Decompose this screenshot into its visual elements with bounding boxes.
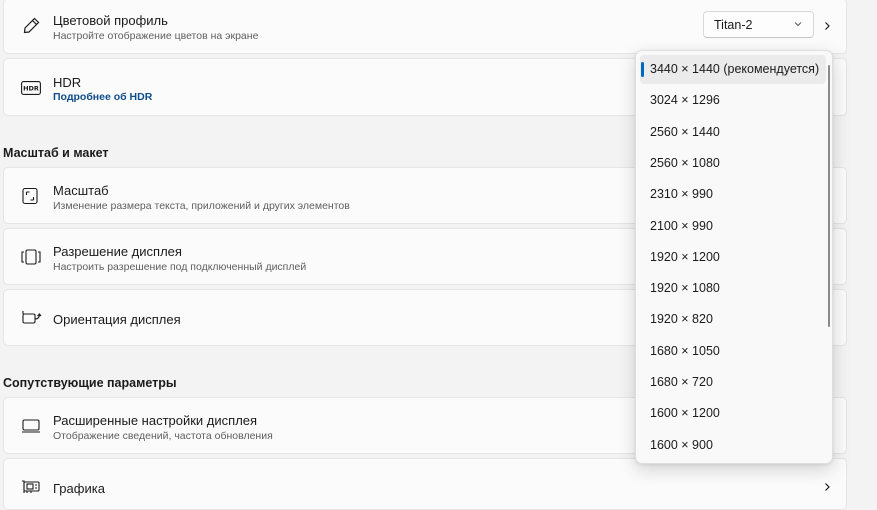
resolution-option[interactable]: 2100 × 990 <box>640 212 826 241</box>
resolution-option-label: 3024 × 1296 <box>650 93 720 108</box>
scale-icon <box>18 183 44 209</box>
resolution-option-label: 1680 × 720 <box>650 375 713 389</box>
hdr-icon-label: HDR <box>23 85 39 93</box>
chevron-down-icon <box>792 18 804 33</box>
chevron-right-icon[interactable] <box>820 480 834 494</box>
resolution-option[interactable]: 2560 × 1080 <box>640 149 826 178</box>
color-profile-combobox[interactable]: Titan-2 <box>703 11 814 38</box>
resolution-option-label: 1600 × 900 <box>650 437 713 452</box>
section-scale-layout: Масштаб и макет <box>3 146 109 160</box>
dropdown-scrollbar[interactable] <box>828 65 830 327</box>
resolution-option[interactable]: 2560 × 1440 <box>640 118 826 147</box>
resolution-option-label: 1920 × 1080 <box>650 281 720 296</box>
color-profile-title: Цветовой профиль <box>53 13 168 28</box>
graphics-card-icon <box>18 474 44 500</box>
resolution-option-label: 3440 × 1440 (рекомендуется) <box>650 62 820 76</box>
resolution-option[interactable]: 1680 × 720 <box>640 368 826 397</box>
resolution-option[interactable]: 1920 × 1080 <box>640 274 826 303</box>
hdr-title: HDR <box>53 75 82 90</box>
resolution-option-label: 1920 × 1200 <box>650 249 720 264</box>
resolution-option-label: 2560 × 1080 <box>650 155 720 170</box>
resolution-option-label: 2100 × 990 <box>650 218 713 233</box>
scale-title: Масштаб <box>53 183 109 198</box>
resolution-option-label: 1920 × 820 <box>650 312 713 327</box>
resolution-option[interactable]: 3440 × 1440 (рекомендуется) <box>640 55 826 84</box>
resolution-option[interactable]: 1600 × 1200 <box>640 399 826 428</box>
hdr-learn-more-link[interactable]: Подробнее об HDR <box>53 91 152 103</box>
orientation-icon <box>18 305 44 331</box>
monitor-icon <box>18 413 44 439</box>
resolution-option[interactable]: 1920 × 1200 <box>640 243 826 272</box>
graphics-title: Графика <box>53 481 105 496</box>
resolution-option[interactable]: 1920 × 820 <box>640 305 826 334</box>
resolution-option[interactable]: 1600 × 900 <box>640 431 826 460</box>
color-profile-card[interactable]: Цветовой профиль Настройте отображение ц… <box>3 0 847 54</box>
advanced-display-subtitle: Отображение сведений, частота обновления <box>53 430 273 442</box>
resolution-title: Разрешение дисплея <box>53 244 182 259</box>
pen-icon <box>18 13 44 39</box>
resolution-option-label: 1600 × 1200 <box>650 406 720 421</box>
resolution-option-label: 2310 × 990 <box>650 187 713 202</box>
advanced-display-title: Расширенные настройки дисплея <box>53 413 258 428</box>
resolution-icon <box>18 244 44 270</box>
scale-subtitle: Изменение размера текста, приложений и д… <box>53 200 350 212</box>
resolution-subtitle: Настроить разрешение под подключенный ди… <box>53 261 307 273</box>
resolution-dropdown[interactable]: 3440 × 1440 (рекомендуется) 3024 × 1296 25… <box>635 50 833 464</box>
orientation-title: Ориентация дисплея <box>53 312 181 327</box>
resolution-option[interactable]: 3024 × 1296 <box>640 86 826 115</box>
color-profile-subtitle: Настройте отображение цветов на экране <box>53 30 259 42</box>
resolution-option-label: 1680 × 1050 <box>650 343 720 358</box>
resolution-option[interactable]: 1680 × 1050 <box>640 337 826 366</box>
graphics-card[interactable]: Графика <box>3 458 847 510</box>
chevron-right-icon[interactable] <box>820 19 834 33</box>
section-related: Сопутствующие параметры <box>3 376 177 390</box>
color-profile-value: Titan-2 <box>714 18 753 32</box>
hdr-icon: HDR <box>18 75 44 101</box>
resolution-option-label: 2560 × 1440 <box>650 124 720 139</box>
resolution-option[interactable]: 2310 × 990 <box>640 180 826 209</box>
